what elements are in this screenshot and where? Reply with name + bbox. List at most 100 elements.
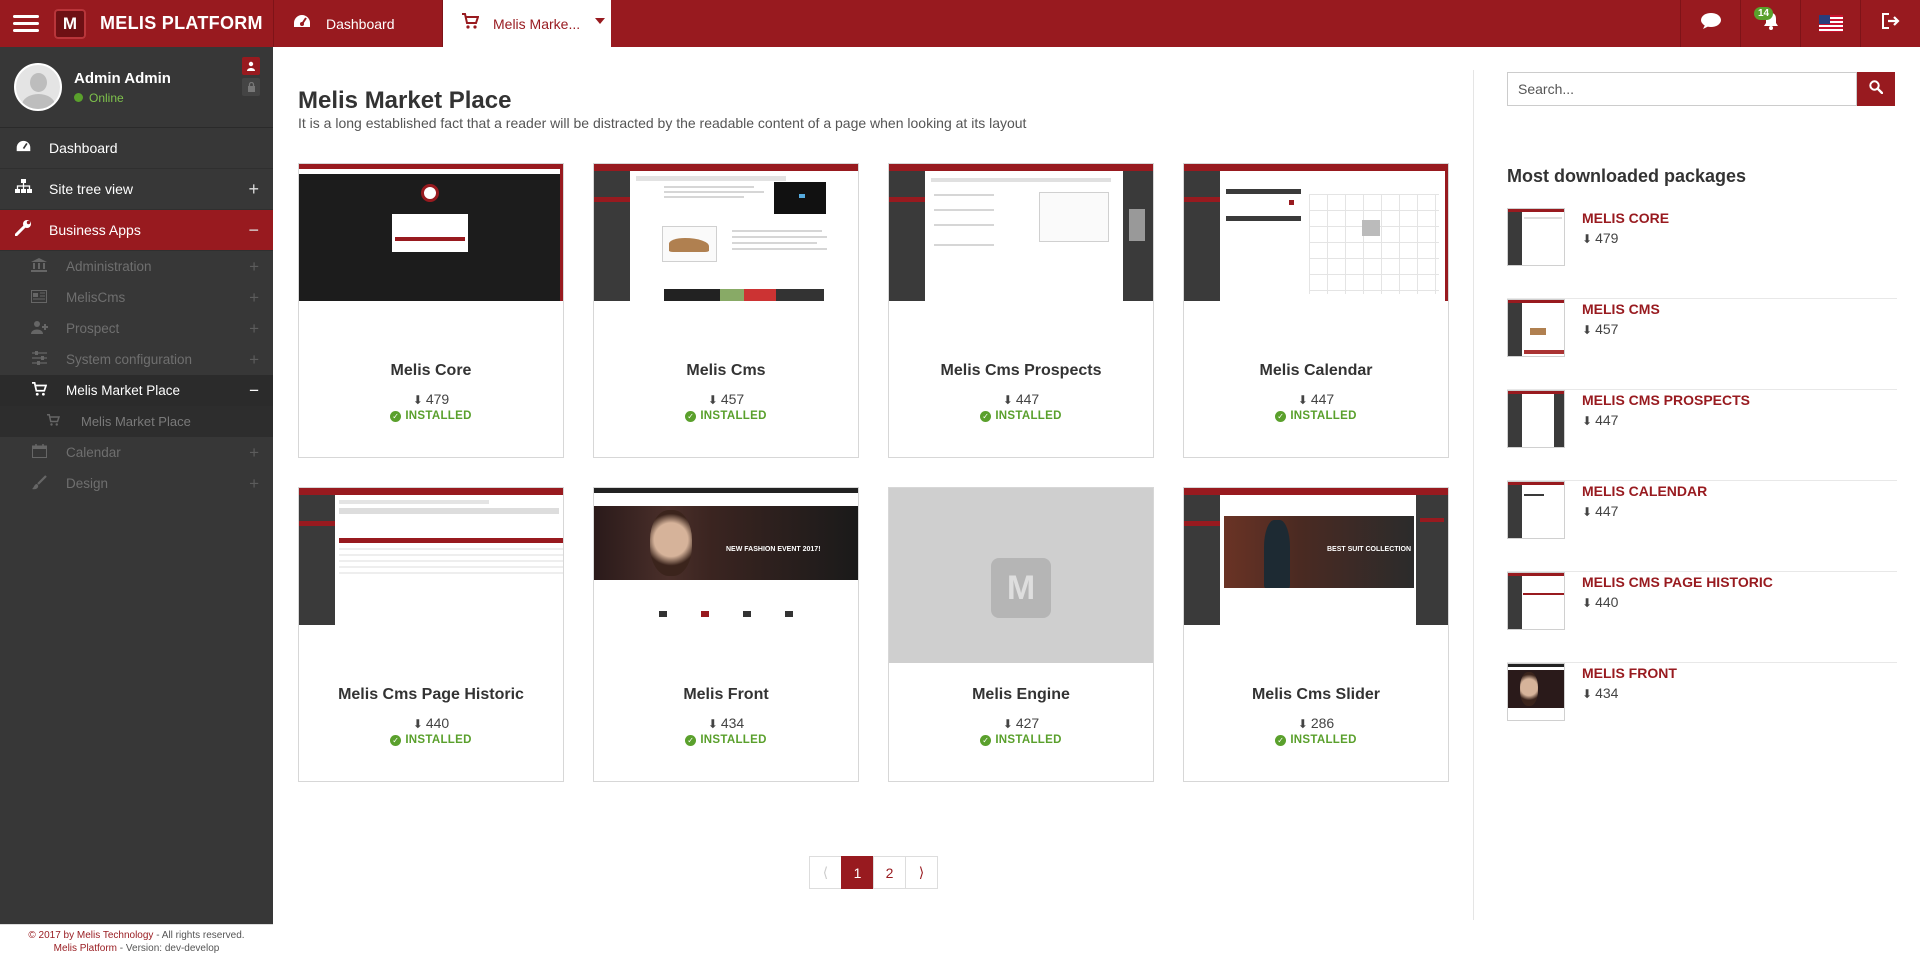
sidebar-item-prospect[interactable]: Prospect + — [0, 313, 273, 344]
top-bar-actions: 14 — [1680, 0, 1920, 47]
download-icon: ⬇ — [1297, 393, 1308, 407]
package-downloads: ⬇ 434 — [707, 715, 745, 731]
sidebar-item-label: Site tree view — [49, 181, 134, 197]
package-info: MELIS CALENDAR ⬇ 447 — [1582, 483, 1707, 519]
list-item[interactable]: MELIS CORE ⬇ 479 — [1507, 208, 1897, 299]
pagination-page-2[interactable]: 2 — [873, 856, 906, 889]
product-link[interactable]: Melis Platform — [54, 943, 117, 954]
pagination-next[interactable]: ⟩ — [905, 856, 938, 889]
package-card-melis-calendar[interactable]: Melis Calendar ⬇ 447 ✓ INSTALLED — [1183, 163, 1449, 458]
package-name: Melis Cms Prospects — [940, 362, 1102, 379]
language-button[interactable] — [1800, 0, 1860, 47]
pagination-page-1[interactable]: 1 — [841, 856, 874, 889]
package-downloads: ⬇ 440 — [412, 715, 450, 731]
list-item[interactable]: MELIS CMS ⬇ 457 — [1507, 299, 1897, 390]
company-link[interactable]: © 2017 by Melis Technology — [28, 930, 153, 941]
tab-melis-market-place[interactable]: Melis Marke... — [442, 0, 611, 47]
user-name: Admin Admin — [74, 69, 171, 87]
package-card-melis-core[interactable]: Melis Core ⬇ 479 ✓ INSTALLED — [298, 163, 564, 458]
package-card-melis-cms-slider[interactable]: BEST SUIT COLLECTION Melis Cms Slider ⬇ 2… — [1183, 487, 1449, 782]
package-grid: Melis Core ⬇ 479 ✓ INSTALLED Melis Cms ⬇… — [298, 163, 1449, 782]
package-downloads: ⬇ 447 — [1002, 391, 1040, 407]
package-card-melis-cms-page-historic[interactable]: Melis Cms Page Historic ⬇ 440 ✓ INSTALLED — [298, 487, 564, 782]
expand-plus-icon[interactable]: + — [249, 350, 259, 370]
sidebar-item-design[interactable]: Design + — [0, 468, 273, 499]
sidebar-item-meliscms[interactable]: MelisCms + — [0, 282, 273, 313]
logout-button[interactable] — [1860, 0, 1920, 47]
package-card-melis-cms-prospects[interactable]: Melis Cms Prospects ⬇ 447 ✓ INSTALLED — [888, 163, 1154, 458]
tab-dropdown-caret-icon[interactable] — [595, 18, 605, 24]
page-title: Melis Market Place — [298, 87, 512, 114]
package-downloads: ⬇ 479 — [1582, 230, 1619, 246]
sidebar-item-melis-market-place[interactable]: Melis Market Place − — [0, 375, 273, 406]
user-profile-icon[interactable] — [242, 57, 260, 75]
download-icon: ⬇ — [1002, 393, 1013, 407]
tab-dashboard[interactable]: Dashboard — [273, 0, 442, 47]
chat-button[interactable] — [1680, 0, 1740, 47]
check-circle-icon: ✓ — [390, 411, 402, 422]
sliders-icon — [30, 351, 48, 368]
expand-plus-icon[interactable]: + — [249, 288, 259, 308]
package-thumbnail — [1507, 481, 1565, 539]
avatar[interactable] — [14, 63, 62, 111]
user-actions — [242, 57, 260, 96]
us-flag-icon — [1818, 15, 1843, 32]
installed-status: ✓ INSTALLED — [390, 410, 472, 422]
collapse-minus-icon[interactable]: − — [249, 381, 259, 401]
sidebar: Admin Admin Online Dashboard Site tree v… — [0, 47, 273, 959]
pagination-prev[interactable]: ⟨ — [809, 856, 842, 889]
expand-plus-icon[interactable]: + — [249, 257, 259, 277]
installed-status: ✓ INSTALLED — [685, 410, 767, 422]
user-info: Admin Admin Online — [74, 70, 171, 105]
download-icon: ⬇ — [1582, 323, 1593, 337]
sidebar-item-business-apps[interactable]: Business Apps − — [0, 210, 273, 251]
package-downloads: ⬇ 457 — [707, 391, 745, 407]
package-name-link[interactable]: MELIS FRONT — [1582, 665, 1677, 681]
sidebar-item-melis-market-place-child[interactable]: Melis Market Place — [0, 406, 273, 437]
search-input[interactable] — [1507, 72, 1857, 106]
download-icon: ⬇ — [707, 717, 718, 731]
sidebar-item-site-tree-view[interactable]: Site tree view + — [0, 169, 273, 210]
expand-plus-icon[interactable]: + — [249, 443, 259, 463]
melis-logo: M — [54, 8, 86, 39]
check-circle-icon: ✓ — [1275, 735, 1287, 746]
package-thumbnail — [594, 164, 858, 301]
expand-plus-icon[interactable]: + — [249, 319, 259, 339]
list-item[interactable]: MELIS CMS PROSPECTS ⬇ 447 — [1507, 390, 1897, 481]
menu-toggle-icon[interactable] — [13, 15, 39, 32]
package-name-link[interactable]: MELIS CMS PROSPECTS — [1582, 392, 1750, 408]
business-apps-submenu: Administration + MelisCms + Prospect + S… — [0, 251, 273, 499]
package-card-melis-front[interactable]: NEW FASHION EVENT 2017! Melis Front ⬇ 434… — [593, 487, 859, 782]
list-item[interactable]: MELIS CALENDAR ⬇ 447 — [1507, 481, 1897, 572]
expand-plus-icon[interactable]: + — [249, 474, 259, 494]
sidebar-item-calendar[interactable]: Calendar + — [0, 437, 273, 468]
package-card-melis-engine[interactable]: M Melis Engine ⬇ 427 ✓ INSTALLED — [888, 487, 1154, 782]
installed-status: ✓ INSTALLED — [980, 734, 1062, 746]
package-name-link[interactable]: MELIS CMS — [1582, 301, 1660, 317]
package-name: Melis Core — [390, 362, 472, 379]
package-info: MELIS CMS PAGE HISTORIC ⬇ 440 — [1582, 574, 1773, 610]
calendar-icon — [30, 444, 48, 461]
package-name-link[interactable]: MELIS CALENDAR — [1582, 483, 1707, 499]
list-item[interactable]: MELIS CMS PAGE HISTORIC ⬇ 440 — [1507, 572, 1897, 663]
download-icon: ⬇ — [1297, 717, 1308, 731]
list-item[interactable]: MELIS FRONT ⬇ 434 — [1507, 663, 1897, 754]
notifications-button[interactable]: 14 — [1740, 0, 1800, 47]
package-thumbnail — [299, 488, 563, 625]
sidebar-subitem-label: Melis Market Place — [66, 383, 181, 398]
sidebar-item-dashboard[interactable]: Dashboard — [0, 128, 273, 169]
copyright-line: © 2017 by Melis Technology - All rights … — [0, 929, 273, 942]
package-name-link[interactable]: MELIS CMS PAGE HISTORIC — [1582, 574, 1773, 590]
cart-icon — [461, 13, 480, 34]
sidebar-item-system-configuration[interactable]: System configuration + — [0, 344, 273, 375]
package-name-link[interactable]: MELIS CORE — [1582, 210, 1669, 226]
package-card-melis-cms[interactable]: Melis Cms ⬇ 457 ✓ INSTALLED — [593, 163, 859, 458]
dashboard-gauge-icon — [292, 13, 312, 34]
sidebar-item-administration[interactable]: Administration + — [0, 251, 273, 282]
expand-plus-icon[interactable]: + — [248, 179, 259, 200]
collapse-minus-icon[interactable]: − — [248, 220, 259, 241]
lock-icon[interactable] — [242, 78, 260, 96]
slide-headline: NEW FASHION EVENT 2017! — [726, 546, 821, 553]
wrench-icon — [14, 219, 32, 241]
search-button[interactable] — [1857, 72, 1895, 106]
